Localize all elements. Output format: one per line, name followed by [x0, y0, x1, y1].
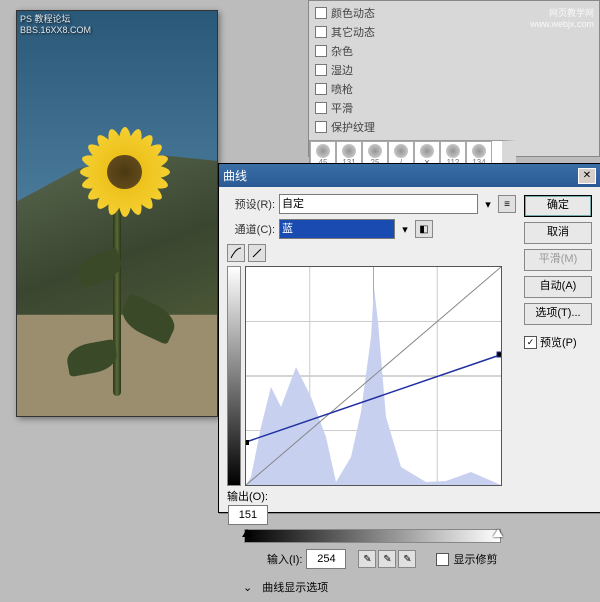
cancel-button[interactable]: 取消: [524, 222, 592, 244]
brush-option[interactable]: 湿边: [315, 62, 393, 78]
watermark-forum: PS 教程论坛 BBS.16XX8.COM: [20, 12, 91, 35]
brush-option[interactable]: 其它动态: [315, 24, 393, 40]
eyedropper-gray-icon[interactable]: ✎: [378, 550, 396, 568]
edited-image: document.write(Array.from({length:20},(_…: [16, 10, 218, 417]
output-gradient: [227, 266, 241, 486]
preview-label: 预览(P): [540, 334, 577, 350]
curves-dialog: 曲线 ✕ 预设(R): 自定 ▾ ≡ 通道(C): 蓝 ▾ ◧: [218, 163, 600, 513]
curve-pencil-tool-icon[interactable]: [248, 244, 266, 262]
brush-option[interactable]: 保护纹理: [315, 119, 393, 135]
brush-option[interactable]: 颜色动态: [315, 5, 393, 21]
brush-option[interactable]: 杂色: [315, 43, 393, 59]
dialog-titlebar[interactable]: 曲线 ✕: [219, 164, 600, 187]
watermark-site: 网页教学网 www.webjx.com: [530, 6, 594, 29]
input-label: 输入(I):: [267, 551, 302, 567]
expand-icon[interactable]: ⌄: [243, 581, 252, 594]
dialog-title: 曲线: [223, 167, 247, 184]
smooth-button[interactable]: 平滑(M): [524, 249, 592, 271]
curve-point-tool-icon[interactable]: [227, 244, 245, 262]
display-options-label: 曲线显示选项: [262, 579, 328, 595]
curves-graph[interactable]: [245, 266, 502, 486]
show-clipping-checkbox[interactable]: [436, 553, 449, 566]
options-button[interactable]: 选项(T)...: [524, 303, 592, 325]
preset-menu-icon[interactable]: ≡: [498, 195, 516, 213]
close-icon[interactable]: ✕: [578, 168, 596, 184]
show-clipping-label: 显示修剪: [453, 551, 497, 567]
brush-option[interactable]: 喷枪: [315, 81, 393, 97]
preset-select[interactable]: 自定: [279, 194, 478, 214]
auto-button[interactable]: 自动(A): [524, 276, 592, 298]
white-point-slider[interactable]: [493, 529, 503, 537]
black-point-slider[interactable]: [242, 529, 252, 537]
brush-option[interactable]: 平滑: [315, 100, 393, 116]
eyedropper-black-icon[interactable]: ✎: [358, 550, 376, 568]
output-label: 输出(O):: [227, 488, 268, 504]
ok-button[interactable]: 确定: [524, 195, 592, 217]
input-input[interactable]: [306, 549, 346, 569]
sunflower: document.write(Array.from({length:20},(_…: [77, 124, 172, 219]
input-gradient[interactable]: [244, 529, 501, 543]
preset-label: 预设(R):: [227, 196, 275, 212]
channel-label: 通道(C):: [227, 221, 275, 237]
eyedropper-white-icon[interactable]: ✎: [398, 550, 416, 568]
preview-checkbox[interactable]: [524, 336, 537, 349]
channel-select[interactable]: 蓝: [279, 219, 395, 239]
channel-mode-icon[interactable]: ◧: [415, 220, 433, 238]
output-input[interactable]: [228, 505, 268, 525]
